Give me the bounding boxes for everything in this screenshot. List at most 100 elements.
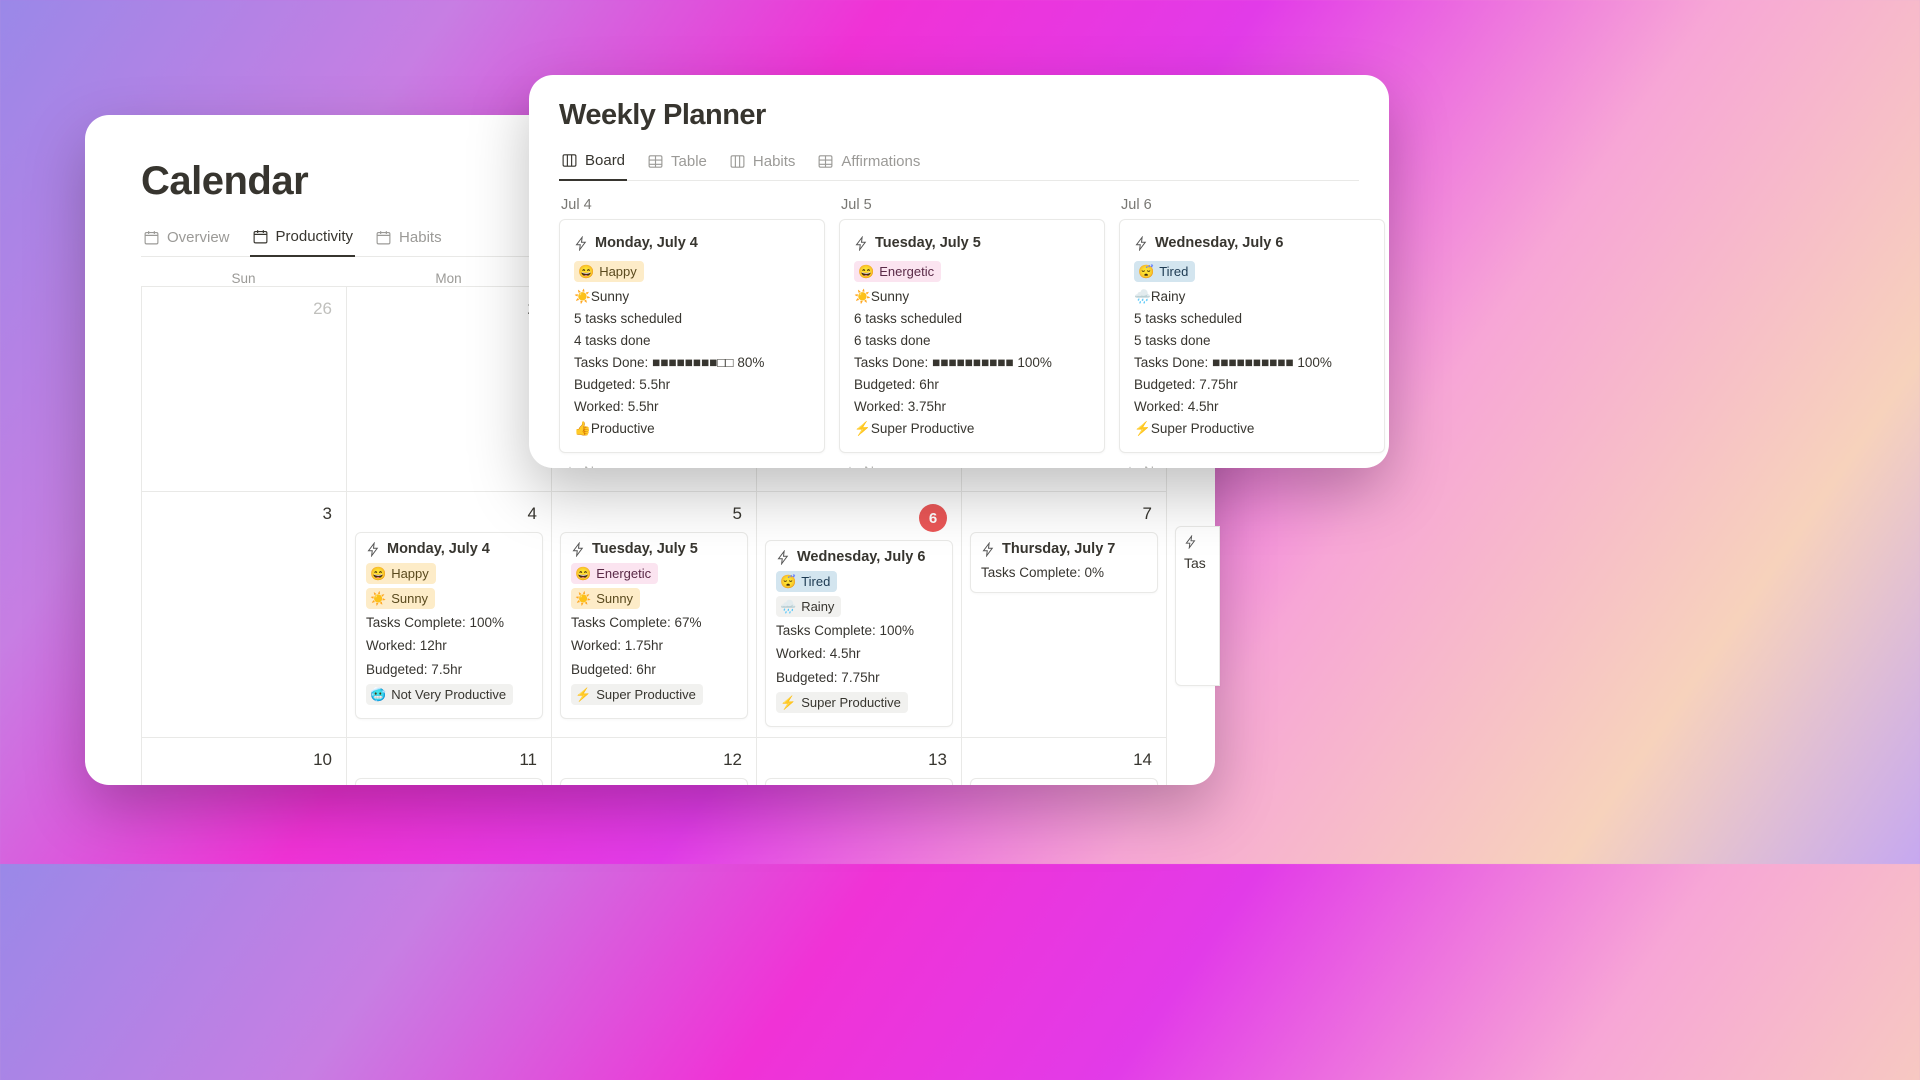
planner-title: Weekly Planner xyxy=(559,99,1359,132)
calendar-cell[interactable]: 2 xyxy=(347,287,552,492)
tasks-done: 5 tasks done xyxy=(1134,330,1370,352)
tab-label: Productivity xyxy=(276,228,354,245)
entry-title-text: Wednesday, July 6 xyxy=(797,549,925,565)
calendar-cell[interactable]: 12 Tuesday, July 12 xyxy=(552,738,757,785)
weather-label: Sunny xyxy=(871,289,909,304)
tab-label: Habits xyxy=(753,153,796,170)
tasks-bar: Tasks Done: ■■■■■■■■■■ 100% xyxy=(1134,352,1370,374)
calendar-cell[interactable]: 14 Thursday, July 14 xyxy=(962,738,1167,785)
day-number: 6 xyxy=(765,500,953,534)
bolt-icon xyxy=(1184,535,1198,549)
budgeted: Budgeted: 5.5hr xyxy=(574,374,810,396)
table-icon xyxy=(817,153,834,170)
calendar-icon xyxy=(143,229,160,246)
planner-board: Jul 4 Monday, July 4 😄Happy ☀️Sunny 5 ta… xyxy=(559,193,1359,468)
tab-habits-planner[interactable]: Habits xyxy=(727,146,798,180)
calendar-cell-partial[interactable]: Tas xyxy=(1175,526,1220,686)
planner-card[interactable]: Wednesday, July 6 😴Tired 🌧️Rainy 5 tasks… xyxy=(1119,219,1385,453)
day-entry-card[interactable]: Thursday, July 7 Tasks Complete: 0% xyxy=(970,532,1158,593)
day-entry-card[interactable]: Monday, July 4 😄Happy ☀️Sunny Tasks Comp… xyxy=(355,532,543,719)
worked: Worked: 3.75hr xyxy=(854,396,1090,418)
dow-sun: Sun xyxy=(141,271,346,286)
mood-chip: 😴Tired xyxy=(776,571,837,592)
budgeted: Budgeted: 6hr xyxy=(854,374,1090,396)
day-entry-card[interactable]: Wednesday, July 13 xyxy=(765,778,953,785)
tab-label: Affirmations xyxy=(841,153,920,170)
tasks-bar: Tasks Done: ■■■■■■■■■■ 100% xyxy=(854,352,1090,374)
day-number: 4 xyxy=(355,500,543,526)
card-title: Wednesday, July 6 xyxy=(1155,232,1283,255)
tab-label: Board xyxy=(585,152,625,169)
calendar-cell[interactable]: 10 xyxy=(142,738,347,785)
day-entry-card[interactable]: Tuesday, July 12 xyxy=(560,778,748,785)
productivity-chip: ⚡Super Productive xyxy=(571,684,703,705)
card-title: Monday, July 4 xyxy=(595,232,698,255)
budgeted: Budgeted: 7.5hr xyxy=(366,660,532,680)
worked: Worked: 4.5hr xyxy=(1134,396,1370,418)
day-entry-card[interactable]: Tuesday, July 5 😄Energetic ☀️Sunny Tasks… xyxy=(560,532,748,719)
tab-label: Table xyxy=(671,153,707,170)
productivity-label: Super Productive xyxy=(1151,421,1255,436)
day-number: 3 xyxy=(150,500,338,526)
tab-habits[interactable]: Habits xyxy=(373,222,444,256)
weather-chip: 🌧️Rainy xyxy=(776,596,841,617)
board-icon xyxy=(561,152,578,169)
calendar-cell[interactable]: 5 Tuesday, July 5 😄Energetic ☀️Sunny Tas… xyxy=(552,492,757,738)
productivity-chip: 🥶Not Very Productive xyxy=(366,684,513,705)
calendar-cell[interactable]: 13 Wednesday, July 13 xyxy=(757,738,962,785)
column-header: Jul 6 xyxy=(1119,193,1385,219)
tab-productivity[interactable]: Productivity xyxy=(250,222,356,257)
calendar-cell[interactable]: 26 xyxy=(142,287,347,492)
tab-affirmations[interactable]: Affirmations xyxy=(815,146,922,180)
calendar-cell[interactable]: 4 Monday, July 4 😄Happy ☀️Sunny Tasks Co… xyxy=(347,492,552,738)
bolt-icon xyxy=(1134,236,1149,251)
planner-card[interactable]: Tuesday, July 5 😄Energetic ☀️Sunny 6 tas… xyxy=(839,219,1105,453)
entry-title-text: Thursday, July 7 xyxy=(1002,541,1115,557)
worked: Worked: 5.5hr xyxy=(574,396,810,418)
weather-chip: ☀️Sunny xyxy=(571,588,640,609)
planner-window: Weekly Planner Board Table Habits Affirm… xyxy=(529,75,1389,468)
calendar-cell[interactable]: 11 Monday, July 11 xyxy=(347,738,552,785)
tasks-scheduled: 6 tasks scheduled xyxy=(854,308,1090,330)
weather-label: Sunny xyxy=(591,289,629,304)
bolt-icon xyxy=(366,542,381,557)
bolt-icon xyxy=(776,550,791,565)
weather-chip: ☀️Sunny xyxy=(366,588,435,609)
tab-overview[interactable]: Overview xyxy=(141,222,232,256)
day-number: 26 xyxy=(150,295,338,321)
mood-chip: 😄Happy xyxy=(366,563,436,584)
table-icon xyxy=(647,153,664,170)
mood-chip: 😄Energetic xyxy=(571,563,658,584)
bolt-icon xyxy=(981,542,996,557)
planner-column: Jul 4 Monday, July 4 😄Happy ☀️Sunny 5 ta… xyxy=(559,193,825,468)
day-entry-card[interactable]: Thursday, July 14 xyxy=(970,778,1158,785)
today-badge: 6 xyxy=(919,504,947,532)
new-card-button[interactable]: New xyxy=(559,463,825,469)
day-entry-card[interactable]: Monday, July 11 xyxy=(355,778,543,785)
bolt-icon xyxy=(574,236,589,251)
tasks-complete-partial: Tas xyxy=(1184,555,1219,571)
tasks-scheduled: 5 tasks scheduled xyxy=(574,308,810,330)
weather-label: Rainy xyxy=(1151,289,1186,304)
tab-label: Habits xyxy=(399,229,442,246)
calendar-cell[interactable]: 3 xyxy=(142,492,347,738)
new-card-button[interactable]: New xyxy=(839,463,1105,469)
tab-board[interactable]: Board xyxy=(559,146,627,181)
tasks-complete: Tasks Complete: 0% xyxy=(981,563,1147,583)
day-number: 14 xyxy=(970,746,1158,772)
calendar-cell[interactable]: 7 Thursday, July 7 Tasks Complete: 0% xyxy=(962,492,1167,738)
productivity-label: Productive xyxy=(591,421,655,436)
day-number: 11 xyxy=(355,746,543,772)
card-title: Tuesday, July 5 xyxy=(875,232,981,255)
tasks-complete: Tasks Complete: 67% xyxy=(571,613,737,633)
plus-icon xyxy=(563,464,577,469)
tab-table[interactable]: Table xyxy=(645,146,709,180)
entry-title-text: Tuesday, July 5 xyxy=(592,541,698,557)
productivity-chip: ⚡Super Productive xyxy=(776,692,908,713)
calendar-cell[interactable]: 6 Wednesday, July 6 😴Tired 🌧️Rainy Tasks… xyxy=(757,492,962,738)
new-card-button[interactable]: New xyxy=(1119,463,1385,469)
planner-card[interactable]: Monday, July 4 😄Happy ☀️Sunny 5 tasks sc… xyxy=(559,219,825,453)
day-entry-card[interactable]: Wednesday, July 6 😴Tired 🌧️Rainy Tasks C… xyxy=(765,540,953,727)
calendar-icon xyxy=(252,228,269,245)
board-icon xyxy=(729,153,746,170)
